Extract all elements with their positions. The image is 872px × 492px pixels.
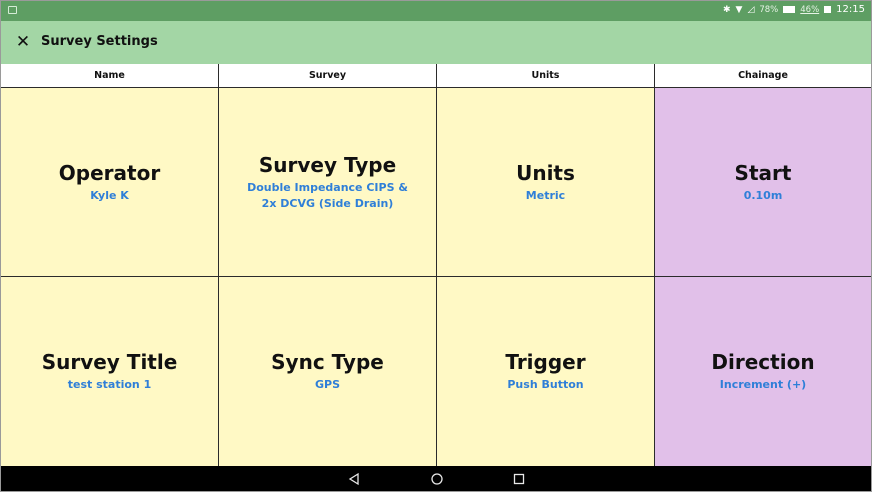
column-header-chainage: Chainage (738, 70, 788, 81)
status-icons: ✱ ▼ ◿ 78% 46% 12:15 (723, 4, 865, 15)
app-window: ✱ ▼ ◿ 78% 46% 12:15 ✕ Survey Settings Na… (0, 0, 872, 492)
operator-tile[interactable]: Operator Kyle K (1, 88, 219, 277)
column-header-name: Name (1, 64, 219, 87)
start-value: 0.10m (743, 188, 783, 202)
battery-percent-secondary: 46% (800, 4, 820, 15)
signal-icon: ◿ (747, 4, 755, 15)
units-tile[interactable]: Units Metric (437, 88, 655, 277)
bluetooth-icon: ✱ (722, 4, 731, 15)
wifi-icon: ▼ (735, 4, 743, 15)
survey-title-tile[interactable]: Survey Title test station 1 (1, 277, 219, 466)
operator-label: Operator (58, 160, 161, 185)
trigger-value: Push Button (507, 378, 584, 391)
start-label: Start (734, 160, 792, 185)
battery-icon (783, 6, 796, 13)
operator-value: Kyle K (90, 188, 129, 202)
survey-type-label: Survey Type (258, 152, 397, 177)
sync-type-label: Sync Type (271, 350, 384, 374)
navigation-bar (1, 466, 871, 491)
sync-type-tile[interactable]: Sync Type GPS (219, 277, 437, 466)
units-label: Units (516, 160, 575, 185)
page-title: Survey Settings (41, 34, 158, 49)
home-icon[interactable] (430, 472, 444, 486)
close-icon[interactable]: ✕ (14, 33, 32, 51)
direction-tile[interactable]: Direction Increment (+) (655, 277, 871, 466)
direction-value: Increment (+) (719, 378, 807, 391)
survey-title-value: test station 1 (67, 378, 152, 391)
settings-grid: Operator Kyle K Survey Type Double Imped… (1, 88, 871, 466)
back-icon[interactable] (347, 472, 361, 486)
start-tile[interactable]: Start 0.10m (655, 88, 871, 277)
column-header-units: Units (437, 64, 655, 87)
battery-percent: 78% (759, 4, 779, 15)
toolbar: ✕ Survey Settings (1, 21, 871, 64)
trigger-label: Trigger (505, 350, 586, 374)
recent-apps-icon[interactable] (512, 472, 526, 486)
trigger-tile[interactable]: Trigger Push Button (437, 277, 655, 466)
column-header-survey: Survey (219, 64, 437, 87)
battery-icon-secondary (824, 6, 832, 13)
survey-type-value: Double Impedance CIPS & 2x DCVG (Side Dr… (247, 180, 408, 210)
direction-label: Direction (711, 350, 815, 374)
screenshot-icon (8, 6, 17, 14)
sync-type-value: GPS (314, 378, 340, 391)
status-time: 12:15 (836, 4, 865, 15)
column-headers: Name Survey Units Chainage (1, 64, 871, 88)
status-bar: ✱ ▼ ◿ 78% 46% 12:15 (1, 1, 871, 21)
units-value: Metric (525, 188, 566, 202)
survey-title-label: Survey Title (41, 350, 178, 374)
survey-type-tile[interactable]: Survey Type Double Impedance CIPS & 2x D… (219, 88, 437, 277)
